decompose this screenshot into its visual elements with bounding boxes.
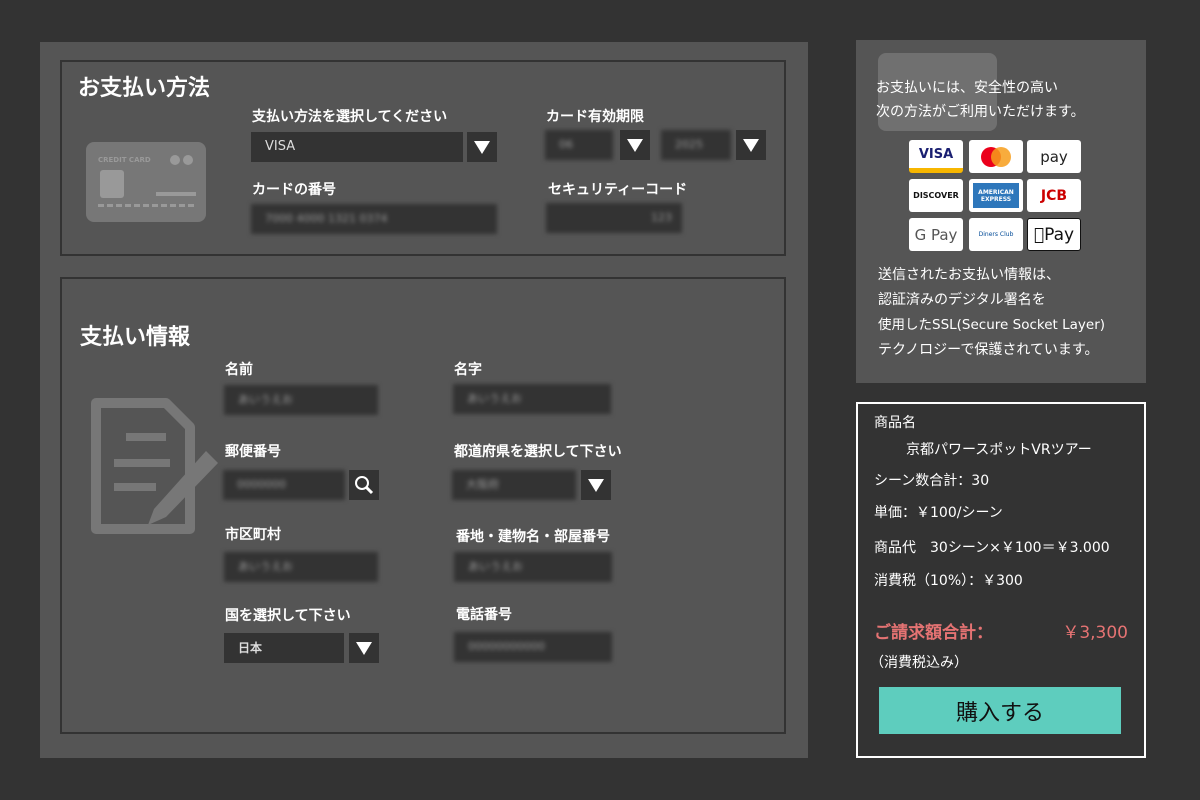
ssl-note: 認証済みのデジタル署名を xyxy=(878,292,1046,308)
payment-method-section: お支払い方法 CREDIT CARD 支払い方法を選択してください VISA カ… xyxy=(60,60,786,256)
city-label: 市区町村 xyxy=(225,527,281,543)
prefecture-select[interactable]: 大阪府 xyxy=(452,470,576,500)
search-button[interactable] xyxy=(349,470,379,500)
chevron-down-icon[interactable] xyxy=(620,130,650,160)
unit-price: 単価：￥100/シーン xyxy=(874,505,1003,521)
billing-info-section: 支払い情報 名前 あいうえお 名字 あいうえお 郵便番号 0000000 都道府… xyxy=(60,277,786,734)
last-name-label: 名字 xyxy=(454,362,482,378)
total-value: ￥3,300 xyxy=(1062,623,1128,643)
jcb-logo: JCB xyxy=(1027,179,1081,212)
country-label: 国を選択して下さい xyxy=(225,608,351,624)
country-select[interactable]: 日本 xyxy=(224,633,344,663)
google-pay-logo: G Pay xyxy=(909,218,963,251)
card-number-label: カードの番号 xyxy=(252,182,336,198)
expiry-year-select[interactable]: 2025 xyxy=(661,130,731,160)
document-edit-icon xyxy=(91,398,218,534)
tax-included-note: （消費税込み） xyxy=(870,655,968,671)
chevron-down-icon[interactable] xyxy=(349,633,379,663)
discover-logo: DISCOVER xyxy=(909,179,963,212)
ssl-note: 送信されたお支払い情報は、 xyxy=(878,267,1060,283)
card-icon-text: CREDIT CARD xyxy=(98,156,151,164)
tax: 消費税（10%）：￥300 xyxy=(874,573,1023,589)
last-name-input[interactable]: あいうえお xyxy=(453,384,611,414)
mastercard-logo xyxy=(969,140,1023,173)
payment-method-select[interactable]: VISA xyxy=(251,132,463,162)
security-code-input[interactable]: 123 xyxy=(546,203,682,233)
prefecture-label: 都道府県を選択して下さい xyxy=(454,444,622,460)
amazon-pay-logo: pay xyxy=(1027,140,1081,173)
ssl-note: テクノロジーで保護されています。 xyxy=(878,342,1099,358)
visa-logo: VISA xyxy=(909,140,963,173)
security-info-panel: お支払いには、安全性の高い 次の方法がご利用いただけます。 VISA pay D… xyxy=(856,40,1146,383)
ssl-note: 使用したSSL(Secure Socket Layer) xyxy=(878,317,1106,333)
apple-pay-logo: Pay xyxy=(1027,218,1081,251)
section-title: 支払い情報 xyxy=(80,325,191,350)
phone-input[interactable]: 00000000000 xyxy=(454,632,612,662)
security-code-label: セキュリティーコード xyxy=(548,182,688,198)
diners-club-logo: Diners Club xyxy=(969,218,1023,251)
phone-label: 電話番号 xyxy=(456,607,512,623)
total-label: ご請求額合計： xyxy=(874,623,993,643)
section-title: お支払い方法 xyxy=(78,76,211,101)
postal-label: 郵便番号 xyxy=(225,444,281,460)
intro-text: お支払いには、安全性の高い xyxy=(876,80,1058,96)
address-input[interactable]: あいうえお xyxy=(454,552,612,582)
purchase-button[interactable]: 購入する xyxy=(879,687,1121,734)
first-name-input[interactable]: あいうえお xyxy=(224,385,378,415)
method-label: 支払い方法を選択してください xyxy=(252,109,448,125)
scene-count: シーン数合計：30 xyxy=(874,473,990,489)
chevron-down-icon[interactable] xyxy=(736,130,766,160)
first-name-label: 名前 xyxy=(225,362,253,378)
intro-text: 次の方法がご利用いただけます。 xyxy=(876,104,1085,120)
expiry-label: カード有効期限 xyxy=(546,109,644,125)
product-label: 商品名 xyxy=(874,415,916,431)
chevron-down-icon[interactable] xyxy=(581,470,611,500)
chevron-down-icon[interactable] xyxy=(467,132,497,162)
city-input[interactable]: あいうえお xyxy=(224,552,378,582)
search-icon xyxy=(355,476,374,495)
product-name: 京都パワースポットVRツアー xyxy=(906,442,1092,458)
postal-input[interactable]: 0000000 xyxy=(223,470,345,500)
card-number-input[interactable]: 7000 4000 1321 0374 xyxy=(251,204,497,234)
amex-logo: AMERICAN EXPRESS xyxy=(969,179,1023,212)
credit-card-icon: CREDIT CARD xyxy=(86,142,206,222)
subtotal: 商品代 30シーン×￥100＝￥3.000 xyxy=(874,540,1110,556)
apple-pay-text: Pay xyxy=(1039,224,1074,245)
expiry-month-select[interactable]: 06 xyxy=(545,130,613,160)
address-label: 番地・建物名・部屋番号 xyxy=(456,529,610,545)
